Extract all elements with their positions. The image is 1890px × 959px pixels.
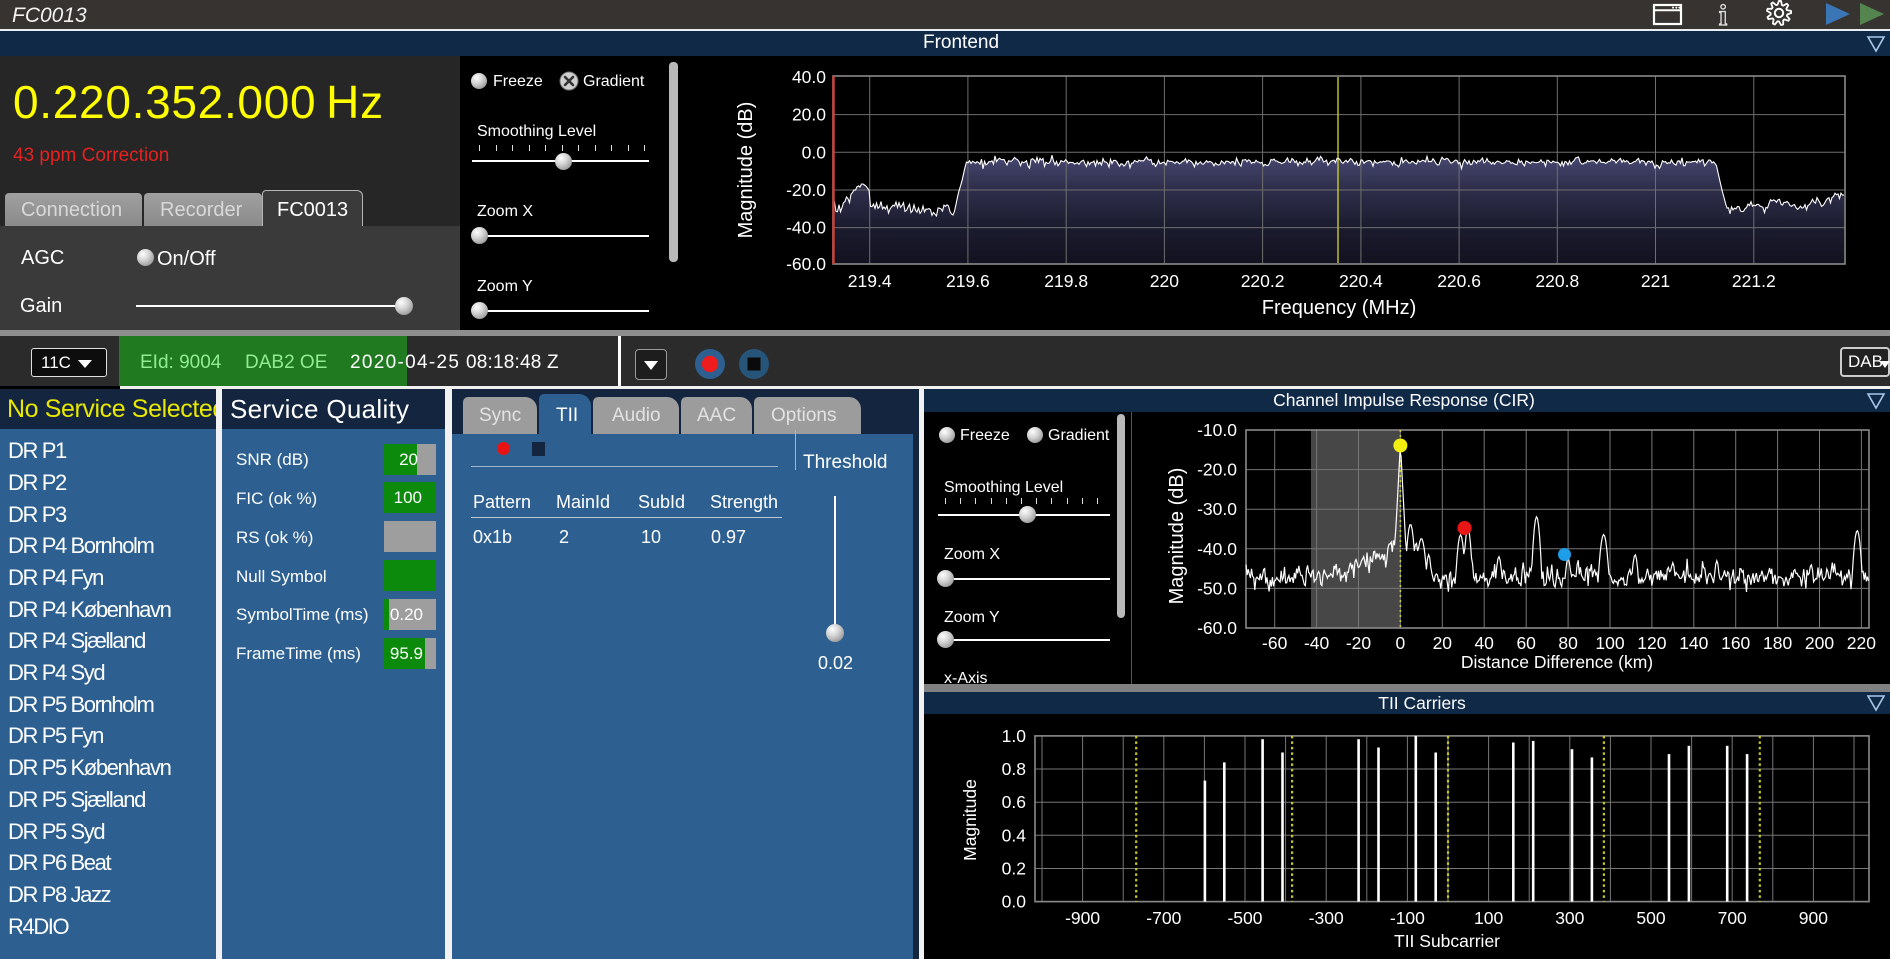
svg-text:-50.0: -50.0 (1197, 578, 1237, 598)
svg-text:20: 20 (1433, 633, 1453, 653)
svg-text:100: 100 (1474, 908, 1503, 928)
svg-text:-10.0: -10.0 (1197, 420, 1237, 440)
svg-text:219.4: 219.4 (848, 271, 892, 291)
svg-text:60: 60 (1516, 633, 1536, 653)
svg-text:220: 220 (1847, 633, 1876, 653)
svg-text:Magnitude (dB): Magnitude (dB) (735, 102, 757, 239)
svg-text:-500: -500 (1227, 908, 1262, 928)
svg-text:100: 100 (1595, 633, 1624, 653)
svg-text:Magnitude: Magnitude (960, 779, 980, 861)
svg-text:0: 0 (1396, 633, 1406, 653)
svg-text:-40.0: -40.0 (1197, 539, 1237, 559)
svg-text:-300: -300 (1309, 908, 1344, 928)
svg-text:700: 700 (1718, 908, 1747, 928)
svg-text:0.0: 0.0 (802, 142, 827, 162)
svg-text:200: 200 (1805, 633, 1834, 653)
svg-text:-60: -60 (1262, 633, 1288, 653)
svg-text:0.0: 0.0 (1002, 892, 1027, 912)
svg-text:-40.0: -40.0 (786, 218, 826, 238)
svg-text:180: 180 (1763, 633, 1792, 653)
svg-text:140: 140 (1679, 633, 1708, 653)
svg-text:220.8: 220.8 (1535, 271, 1579, 291)
svg-text:220.6: 220.6 (1437, 271, 1481, 291)
svg-text:0.6: 0.6 (1002, 792, 1026, 812)
svg-text:TII Subcarrier: TII Subcarrier (1394, 931, 1500, 951)
svg-text:900: 900 (1799, 908, 1828, 928)
svg-text:-700: -700 (1146, 908, 1181, 928)
svg-text:-100: -100 (1390, 908, 1425, 928)
svg-text:-20.0: -20.0 (786, 180, 826, 200)
svg-text:-60.0: -60.0 (786, 254, 826, 274)
svg-text:0.8: 0.8 (1002, 759, 1026, 779)
svg-text:-900: -900 (1065, 908, 1100, 928)
svg-text:Distance Difference (km): Distance Difference (km) (1461, 652, 1653, 672)
svg-text:0.2: 0.2 (1002, 859, 1026, 879)
svg-text:120: 120 (1637, 633, 1666, 653)
svg-text:i: i (1719, 0, 1727, 30)
svg-text:160: 160 (1721, 633, 1750, 653)
svg-text:40.0: 40.0 (792, 67, 826, 87)
svg-text:219.8: 219.8 (1044, 271, 1088, 291)
svg-text:Frequency (MHz): Frequency (MHz) (1262, 297, 1416, 319)
svg-text:221.2: 221.2 (1732, 271, 1776, 291)
svg-text:219.6: 219.6 (946, 271, 990, 291)
svg-text:220.4: 220.4 (1339, 271, 1383, 291)
svg-text:40: 40 (1474, 633, 1494, 653)
svg-text:-20: -20 (1346, 633, 1372, 653)
svg-text:1.0: 1.0 (1002, 726, 1027, 746)
svg-text:220.2: 220.2 (1241, 271, 1285, 291)
svg-text:80: 80 (1558, 633, 1578, 653)
svg-text:-60.0: -60.0 (1197, 618, 1237, 638)
svg-text:300: 300 (1555, 908, 1584, 928)
svg-text:-20.0: -20.0 (1197, 460, 1237, 480)
svg-text:Magnitude (dB): Magnitude (dB) (1166, 468, 1188, 605)
svg-text:-40: -40 (1304, 633, 1330, 653)
svg-text:500: 500 (1636, 908, 1665, 928)
svg-text:20.0: 20.0 (792, 105, 826, 125)
svg-text:-30.0: -30.0 (1197, 499, 1237, 519)
svg-text:221: 221 (1641, 271, 1670, 291)
svg-text:220: 220 (1150, 271, 1179, 291)
svg-text:0.4: 0.4 (1002, 825, 1027, 845)
